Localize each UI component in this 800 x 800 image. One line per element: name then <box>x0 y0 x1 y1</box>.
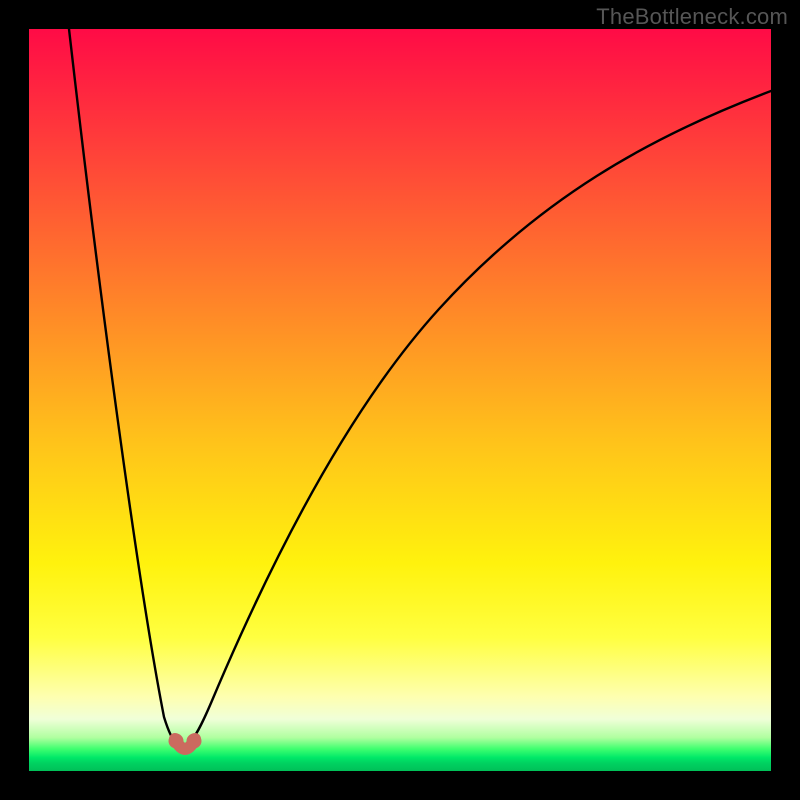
min-marker-right <box>187 734 202 749</box>
watermark-text: TheBottleneck.com <box>596 4 788 30</box>
bottleneck-curve-layer <box>29 29 771 771</box>
plot-area <box>29 29 771 771</box>
chart-frame: TheBottleneck.com <box>0 0 800 800</box>
bottleneck-curve <box>69 29 771 745</box>
min-marker-left <box>169 734 184 749</box>
